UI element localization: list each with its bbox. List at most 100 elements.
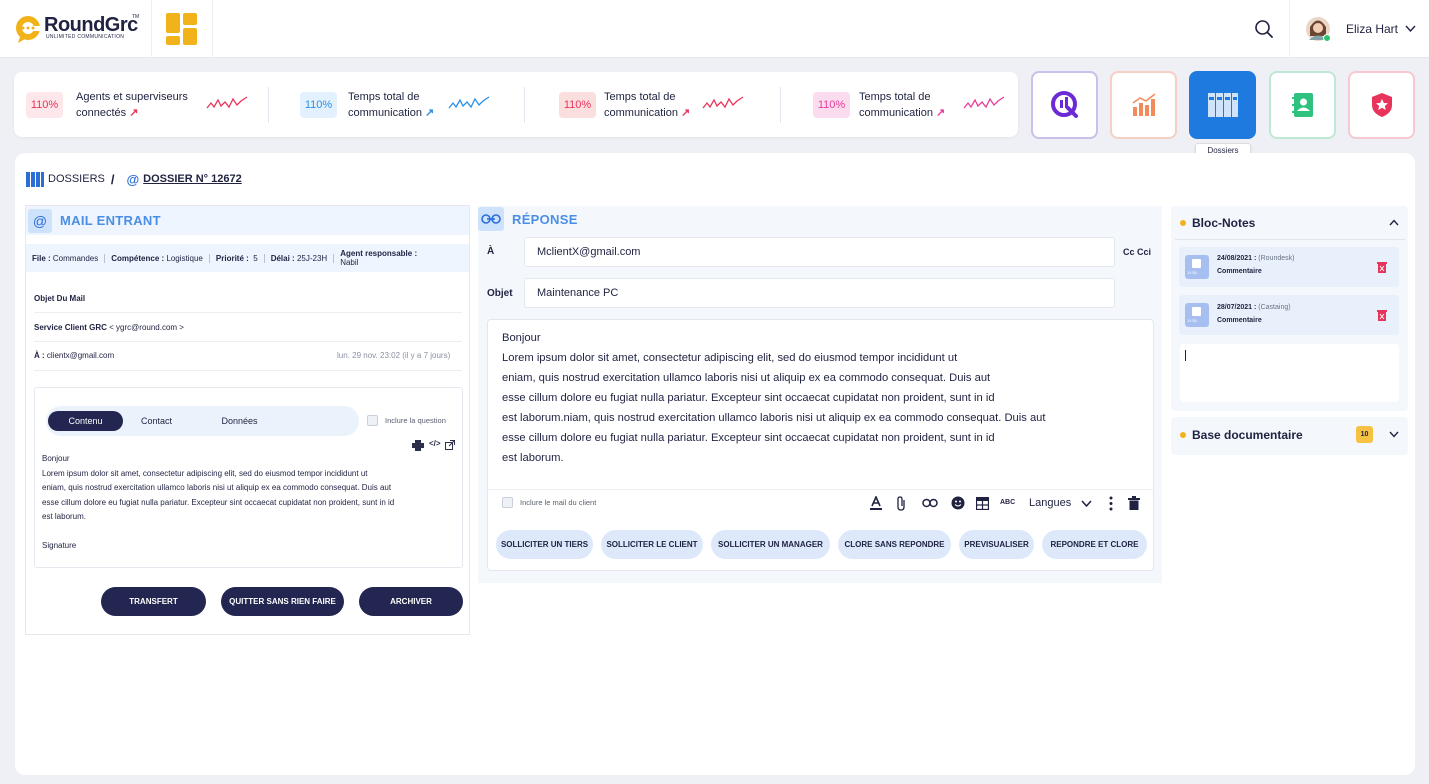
- request-third-party-button[interactable]: SOLLICITER UN TIERS: [496, 530, 593, 559]
- incoming-mail-header: @ MAIL ENTRANT: [26, 206, 469, 235]
- contacts-icon: [1291, 93, 1313, 117]
- text-color-icon[interactable]: [869, 496, 883, 510]
- include-question-checkbox[interactable]: [367, 415, 378, 426]
- folders-icon: [1207, 93, 1238, 117]
- apps-grid-icon[interactable]: [166, 13, 198, 45]
- folders-icon: [26, 172, 44, 187]
- table-icon[interactable]: [976, 497, 989, 510]
- shield-icon: [1371, 93, 1392, 117]
- print-icon[interactable]: [412, 440, 424, 451]
- link-icon[interactable]: [922, 498, 938, 508]
- languages-select[interactable]: Langues: [1029, 497, 1071, 509]
- at-icon: @: [126, 171, 140, 187]
- mail-subject: Objet Du Mail: [34, 294, 86, 303]
- logo-icon: [16, 16, 40, 43]
- include-mail-checkbox[interactable]: [502, 497, 513, 508]
- breadcrumb-current[interactable]: DOSSIER N° 12672: [143, 173, 242, 185]
- sparkline-icon: [206, 96, 248, 109]
- chevron-down-icon[interactable]: [1405, 25, 1416, 33]
- transfer-button[interactable]: TRANSFERT: [101, 587, 206, 616]
- breadcrumb-root[interactable]: DOSSIERS: [48, 173, 105, 185]
- to-label: À: [487, 246, 495, 257]
- tile-statistics[interactable]: [1110, 71, 1177, 139]
- reply-icon: [478, 207, 504, 231]
- request-manager-button[interactable]: SOLLICITER UN MANAGER: [711, 530, 830, 559]
- chevron-up-icon[interactable]: [1389, 219, 1399, 226]
- reply-title: RÉPONSE: [512, 211, 578, 227]
- cci-button[interactable]: Cci: [1137, 247, 1151, 257]
- stat-badge: 110%: [300, 92, 337, 118]
- brand-tm: TM: [132, 14, 140, 20]
- sparkline-icon: [448, 96, 490, 109]
- stat-badge: 110%: [559, 92, 596, 118]
- cc-button[interactable]: Cc: [1123, 247, 1135, 257]
- archive-button[interactable]: ARCHIVER: [359, 587, 463, 616]
- quit-button[interactable]: QUITTER SANS RIEN FAIRE: [221, 587, 344, 616]
- include-question: Inclure la question: [367, 415, 446, 426]
- avatar[interactable]: [1305, 16, 1333, 44]
- more-icon[interactable]: [1108, 496, 1114, 512]
- tile-security[interactable]: [1348, 71, 1415, 139]
- sparkline-icon: [963, 96, 1005, 109]
- delete-icon[interactable]: [1377, 261, 1387, 273]
- mail-to: À : clientx@gmail.com: [34, 351, 115, 360]
- close-without-reply-button[interactable]: CLORE SANS REPONDRE: [838, 530, 951, 559]
- dot-icon: [1180, 220, 1186, 226]
- note-item[interactable]: 11:55 28/07/2021 : (Castaing) Commentair…: [1179, 295, 1399, 335]
- sparkline-icon: [702, 96, 744, 109]
- note-item[interactable]: 11:55 24/08/2021 : (Roundesk) Commentair…: [1179, 247, 1399, 287]
- stat-badge: 110%: [813, 92, 850, 118]
- delete-icon[interactable]: [1377, 309, 1387, 321]
- note-icon: 11:55: [1185, 255, 1209, 279]
- user-name[interactable]: Eliza Hart: [1346, 22, 1398, 36]
- stats-bar: 110% Agents et superviseurs connectés ↗ …: [14, 72, 1018, 137]
- trash-icon[interactable]: [1128, 496, 1140, 510]
- chevron-down-icon[interactable]: [1081, 500, 1092, 508]
- mail-meta: File : Commandes Compétence : Logistique…: [26, 244, 469, 272]
- tile-dossiers[interactable]: [1189, 71, 1256, 139]
- attach-icon[interactable]: [895, 496, 907, 511]
- chart-icon: [1132, 93, 1155, 116]
- tile-contacts[interactable]: [1269, 71, 1336, 139]
- request-client-button[interactable]: SOLLICITER LE CLIENT: [601, 530, 703, 559]
- top-bar: [0, 0, 1429, 58]
- preview-button[interactable]: PREVISUALISER: [959, 530, 1034, 559]
- tab-donnees[interactable]: Données: [206, 411, 273, 431]
- subject-field[interactable]: Maintenance PC: [524, 278, 1115, 308]
- quality-icon: [1050, 91, 1078, 118]
- stat-badge: 110%: [26, 92, 63, 118]
- reply-body[interactable]: Bonjour Lorem ipsum dolor sit amet, cons…: [502, 328, 1142, 468]
- chevron-down-icon[interactable]: [1389, 431, 1399, 438]
- stat-label: Temps total de communication ↗: [604, 91, 691, 119]
- external-link-icon[interactable]: [445, 440, 455, 450]
- mail-tabs: Contenu Contact Données: [46, 406, 359, 436]
- tab-contact[interactable]: Contact: [124, 411, 189, 431]
- stat-label: Temps total de communication ↗: [859, 91, 946, 119]
- brand-tagline: UNLIMITED COMMUNICATION: [46, 34, 125, 40]
- code-icon[interactable]: </>: [429, 439, 441, 448]
- search-icon[interactable]: [1254, 19, 1274, 39]
- mail-date: lun. 29 nov. 23:02 (il y a 7 jours): [337, 351, 451, 360]
- spellcheck-button[interactable]: ABC: [1000, 499, 1015, 506]
- cc-cci: Cc Cci: [1123, 247, 1151, 257]
- tile-supervision[interactable]: [1031, 71, 1098, 139]
- mail-from: Service Client GRC < ygrc@round.com >: [34, 323, 184, 332]
- reply-and-close-button[interactable]: REPONDRE ET CLORE: [1042, 530, 1147, 559]
- note-icon: 11:55: [1185, 303, 1209, 327]
- tab-contenu[interactable]: Contenu: [48, 411, 123, 431]
- to-field[interactable]: MclientX@gmail.com: [524, 237, 1115, 267]
- count-badge: 10: [1356, 426, 1373, 443]
- subject-label: Objet: [487, 288, 513, 299]
- notes-header[interactable]: Bloc-Notes: [1180, 216, 1255, 230]
- emoji-icon[interactable]: [951, 496, 965, 510]
- include-mail: Inclure le mail du client: [502, 497, 596, 508]
- reply-header: RÉPONSE: [478, 206, 578, 232]
- breadcrumb: DOSSIERS / @ DOSSIER N° 12672: [26, 171, 242, 187]
- breadcrumb-separator: /: [110, 171, 115, 187]
- dot-icon: [1180, 432, 1186, 438]
- note-textarea[interactable]: [1180, 344, 1399, 402]
- at-icon: @: [28, 208, 52, 233]
- document-base-header[interactable]: Base documentaire: [1180, 428, 1303, 442]
- mail-body: Bonjour Lorem ipsum dolor sit amet, cons…: [42, 454, 395, 550]
- stat-label: Agents et superviseurs connectés ↗: [76, 91, 188, 119]
